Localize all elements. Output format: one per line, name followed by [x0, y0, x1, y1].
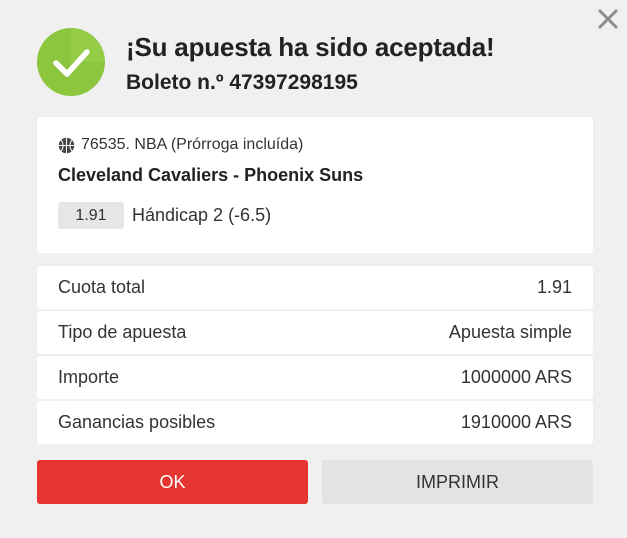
close-button[interactable]: [595, 6, 621, 32]
summary-row-total-odds: Cuota total 1.91: [37, 266, 593, 309]
summary-label: Importe: [58, 367, 120, 387]
check-circle-icon: [37, 28, 105, 96]
summary-label: Ganancias posibles: [58, 412, 216, 432]
summary-value: 1000000 ARS: [460, 367, 572, 387]
summary-value: Apuesta simple: [448, 322, 572, 342]
summary-label: Tipo de apuesta: [58, 322, 187, 342]
ok-button[interactable]: OK: [37, 460, 308, 504]
print-button[interactable]: IMPRIMIR: [322, 460, 593, 504]
dialog-title: ¡Su apuesta ha sido aceptada!: [126, 32, 495, 62]
bet-selection: 1.91 Hándicap 2 (-6.5): [58, 202, 572, 229]
summary-row-potential-winnings: Ganancias posibles 1910000 ARS: [37, 401, 593, 444]
ticket-number: Boleto n.º 47397298195: [126, 71, 358, 94]
dialog-actions: OK IMPRIMIR: [37, 460, 593, 504]
summary-value: 1.91: [536, 277, 572, 297]
summary-row-stake: Importe 1000000 ARS: [37, 356, 593, 399]
match-name: Cleveland Cavaliers - Phoenix Suns: [58, 165, 364, 185]
close-icon: [598, 9, 618, 29]
bet-event-card: 76535. NBA (Prórroga incluída) Cleveland…: [37, 117, 593, 253]
odds-badge: 1.91: [58, 202, 124, 229]
summary-value: 1910000 ARS: [460, 412, 572, 432]
basketball-icon: [58, 137, 75, 153]
selection-label: Hándicap 2 (-6.5): [132, 205, 272, 225]
event-meta-label: 76535. NBA (Prórroga incluída): [81, 136, 304, 153]
summary-row-bet-type: Tipo de apuesta Apuesta simple: [37, 311, 593, 354]
summary-label: Cuota total: [58, 277, 146, 297]
dialog-header: ¡Su apuesta ha sido aceptada! Boleto n.º…: [37, 28, 495, 98]
bet-summary: Cuota total 1.91 Tipo de apuesta Apuesta…: [37, 266, 593, 446]
